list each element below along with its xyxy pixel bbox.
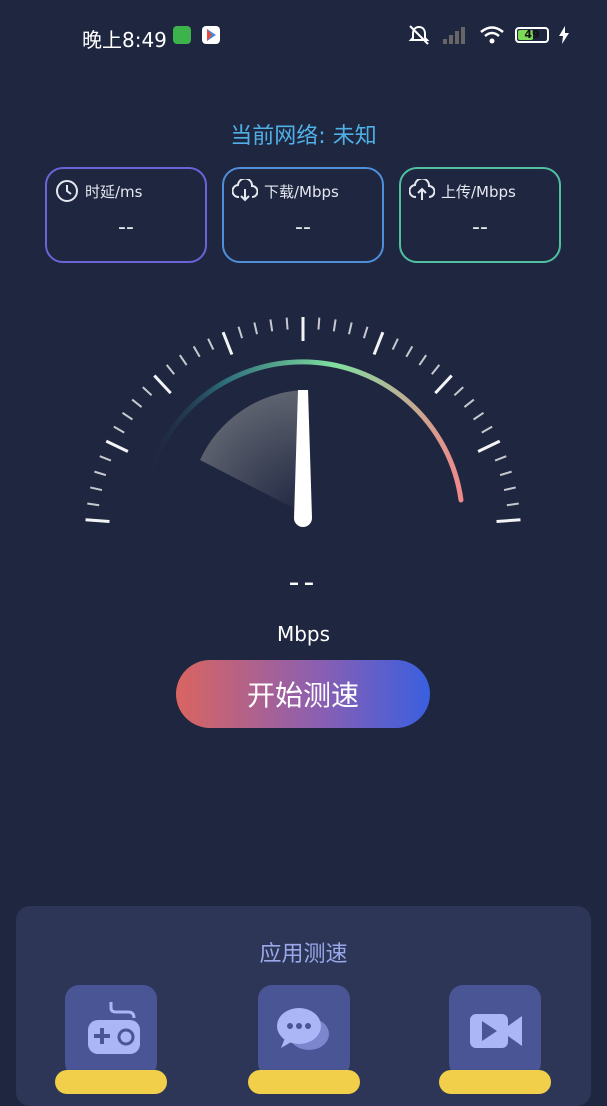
start-test-button[interactable]: 开始测速 [176, 660, 430, 728]
gauge-tick [192, 345, 201, 358]
gauge-tick [372, 331, 385, 356]
download-card: 下载/Mbps -- [222, 167, 384, 263]
gauge-tick [90, 486, 103, 492]
download-value: -- [295, 215, 311, 240]
network-status: 当前网络: 未知 [230, 124, 377, 149]
latency-value: -- [118, 215, 134, 240]
gauge-sweep [200, 390, 303, 513]
gauge-tick [494, 455, 507, 462]
gauge-tick [105, 439, 129, 453]
gauge-tick [463, 398, 475, 408]
gauge-tick [131, 398, 143, 408]
gauge-tick [253, 322, 258, 335]
chat-test-tag [248, 1070, 360, 1094]
gauge-tick [405, 345, 414, 358]
gauge-tick [221, 331, 234, 356]
gauge-tick [317, 317, 321, 330]
gauge-tick [87, 502, 100, 507]
gauge-tick [179, 354, 188, 366]
chat-test-button[interactable] [258, 985, 350, 1077]
wifi-icon [480, 26, 504, 44]
clock-icon [56, 180, 78, 202]
video-test-button[interactable] [449, 985, 541, 1077]
gauge-tick [499, 470, 512, 477]
gauge-tick [391, 338, 399, 350]
chat-icon [277, 1008, 329, 1050]
status-icons: 49 [407, 24, 569, 46]
gauge-tick [269, 319, 274, 332]
gauge-tick [473, 411, 485, 421]
latency-label: 时延/ms [85, 182, 143, 201]
gauge-tick [506, 502, 519, 507]
status-time: 晚上8:49 [82, 28, 167, 52]
gauge-tick [121, 411, 133, 421]
game-test-button[interactable] [65, 985, 157, 1077]
download-label: 下载/Mbps [264, 182, 339, 201]
upload-value: -- [472, 215, 488, 240]
gauge-tick [142, 386, 153, 397]
mute-icon [408, 25, 430, 45]
video-icon [470, 1014, 522, 1048]
speed-value: -- [288, 565, 319, 600]
gauge-tick [332, 319, 337, 332]
charging-icon [559, 26, 569, 44]
play-store-icon [202, 26, 220, 44]
game-test-tag [55, 1070, 167, 1094]
signal-icon [443, 27, 465, 44]
upload-card: 上传/Mbps -- [399, 167, 561, 263]
speed-gauge [85, 317, 521, 527]
gamepad-icon [88, 1002, 140, 1054]
app-notification-icon [173, 26, 191, 44]
gauge-tick [362, 326, 369, 339]
battery-icon: 49 [515, 27, 549, 43]
gauge-tick [285, 317, 289, 330]
app-test-title: 应用测速 [259, 942, 348, 967]
download-icon [232, 179, 258, 202]
gauge-tick [85, 518, 110, 523]
gauge-tick [94, 470, 107, 477]
gauge-tick [431, 364, 441, 375]
gauge-tick [477, 439, 501, 453]
app-test-panel: 应用测速 [16, 906, 591, 1106]
gauge-tick [165, 364, 175, 375]
latency-card: 时延/ms -- [45, 167, 207, 263]
gauge-tick [503, 486, 516, 492]
gauge-tick [237, 326, 244, 339]
gauge-tick [113, 425, 125, 434]
gauge-tick [453, 386, 464, 397]
status-bar: 晚上8:49 49 [0, 0, 607, 72]
upload-label: 上传/Mbps [441, 182, 516, 201]
gauge-tick [207, 338, 215, 350]
upload-icon [409, 179, 435, 200]
gauge-tick [481, 425, 493, 434]
gauge-tick [99, 455, 112, 462]
gauge-tick [418, 354, 427, 366]
video-test-tag [439, 1070, 551, 1094]
gauge-tick [434, 374, 453, 395]
battery-level: 49 [524, 28, 540, 41]
gauge-tick [153, 374, 172, 395]
speed-unit: Mbps [276, 622, 331, 646]
gauge-tick [348, 322, 353, 335]
gauge-tick [496, 518, 521, 523]
